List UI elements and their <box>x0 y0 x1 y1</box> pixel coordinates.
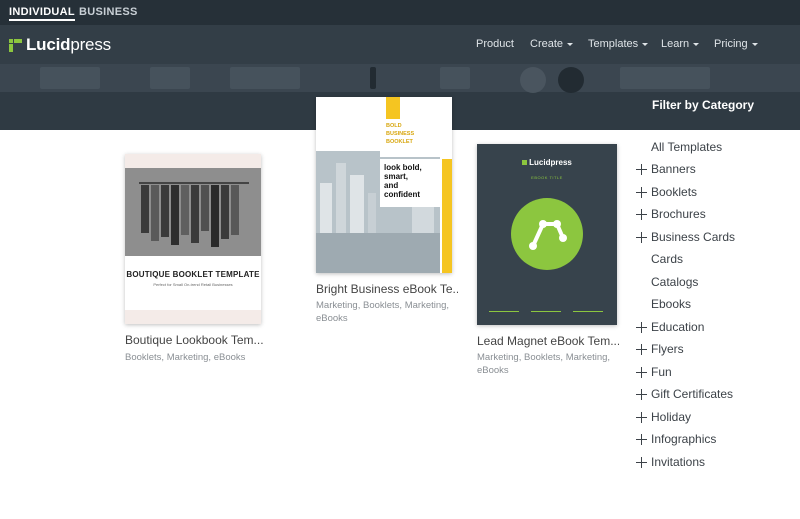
category-fun[interactable]: Fun <box>636 362 672 382</box>
segment-individual[interactable]: INDIVIDUAL <box>9 6 75 21</box>
plus-icon[interactable] <box>636 343 647 355</box>
chevron-down-icon <box>751 42 758 46</box>
nav-create[interactable]: Create <box>530 38 574 50</box>
thumb-heading: BOUTIQUE BOOKLET TEMPLATE <box>126 270 260 279</box>
thumb-tagline-line: look bold, <box>384 163 422 172</box>
category-label: Fun <box>651 365 672 379</box>
nav-learn-label: Learn <box>661 38 690 50</box>
template-thumbnail[interactable]: BOLD BUSINESS BOOKLET look bold, smart, … <box>316 97 452 273</box>
chevron-down-icon <box>642 42 649 46</box>
template-title[interactable]: Lead Magnet eBook Tem... <box>477 334 619 348</box>
plus-icon[interactable] <box>636 366 647 378</box>
lucidpress-symbol-icon <box>511 198 583 270</box>
category-gift-certificates[interactable]: Gift Certificates <box>636 384 733 404</box>
thumb-tagline-line: and <box>384 181 399 190</box>
thumb-logo: Lucidpress <box>477 158 617 167</box>
nav-pricing[interactable]: Pricing <box>714 38 758 50</box>
category-label: Brochures <box>651 207 706 221</box>
category-ebooks[interactable]: Ebooks <box>636 294 691 314</box>
category-infographics[interactable]: Infographics <box>636 429 716 449</box>
category-label: Gift Certificates <box>651 387 734 401</box>
plus-icon[interactable] <box>636 163 647 175</box>
category-label: Holiday <box>651 410 692 424</box>
category-catalogs[interactable]: Catalogs <box>636 272 698 292</box>
thumb-label-line: BOLD <box>386 123 402 129</box>
nav-product-label: Product <box>476 38 514 50</box>
category-label: Flyers <box>651 342 684 356</box>
category-label: Catalogs <box>651 275 699 289</box>
category-holiday[interactable]: Holiday <box>636 407 691 427</box>
clothing-rack-photo <box>125 168 261 256</box>
thumb-label-line: BOOKLET <box>386 139 413 145</box>
category-label: Ebooks <box>651 297 692 311</box>
nav-product[interactable]: Product <box>476 38 514 50</box>
template-thumbnail[interactable]: Lucidpress EBOOK TITLE <box>477 144 617 325</box>
main-navbar: Lucidpress Product Create Templates Lear… <box>0 25 800 64</box>
nav-learn[interactable]: Learn <box>661 38 700 50</box>
plus-icon[interactable] <box>636 433 647 445</box>
chevron-down-icon <box>693 42 700 46</box>
category-invitations[interactable]: Invitations <box>636 452 705 472</box>
plus-icon[interactable] <box>636 321 647 333</box>
template-title[interactable]: Bright Business eBook Te... <box>316 282 458 296</box>
nav-pricing-label: Pricing <box>714 38 748 50</box>
plus-icon[interactable] <box>636 231 647 243</box>
category-label: Cards <box>651 252 684 266</box>
account-type-strip: INDIVIDUAL BUSINESS <box>0 0 800 25</box>
category-label: Invitations <box>651 455 706 469</box>
category-label: Infographics <box>651 432 717 446</box>
thumb-tagline-box: look bold, smart, and confident <box>380 159 442 207</box>
logo-mark-icon <box>9 38 22 52</box>
lucidpress-logo[interactable]: Lucidpress <box>9 35 111 55</box>
template-tags: Marketing, Booklets, Marketing, eBooks <box>477 352 611 376</box>
template-thumbnail[interactable]: BOUTIQUE BOOKLET TEMPLATE Perfect for Sm… <box>125 154 261 324</box>
chevron-down-icon <box>567 42 574 46</box>
filter-by-category-heading: Filter by Category <box>652 98 755 112</box>
nav-create-label: Create <box>530 38 564 50</box>
plus-icon[interactable] <box>636 208 647 220</box>
plus-icon[interactable] <box>636 388 647 400</box>
thumb-label-box: BOLD BUSINESS BOOKLET <box>380 119 444 157</box>
category-label: Banners <box>651 162 696 176</box>
logo-mark-icon <box>522 160 528 166</box>
category-cards[interactable]: Cards <box>636 249 683 269</box>
segment-business[interactable]: BUSINESS <box>79 6 138 18</box>
plus-icon[interactable] <box>636 186 647 198</box>
nav-templates[interactable]: Templates <box>588 38 649 50</box>
template-title[interactable]: Boutique Lookbook Tem... <box>125 333 265 347</box>
hero-background-image <box>0 64 800 93</box>
category-brochures[interactable]: Brochures <box>636 204 706 224</box>
logo-text: Lucidpress <box>26 35 111 54</box>
thumb-subheading: Perfect for Small On-trend Retail Busine… <box>153 282 233 287</box>
plus-icon[interactable] <box>636 411 647 423</box>
category-flyers[interactable]: Flyers <box>636 339 684 359</box>
thumb-label-line: BUSINESS <box>386 131 415 137</box>
template-tags: Booklets, Marketing, eBooks <box>125 352 246 363</box>
thumb-subtitle: EBOOK TITLE <box>531 175 563 180</box>
category-all-templates[interactable]: All Templates <box>636 137 722 157</box>
nav-templates-label: Templates <box>588 38 639 50</box>
category-banners[interactable]: Banners <box>636 159 696 179</box>
template-tags: Marketing, Booklets, Marketing, eBooks <box>316 300 450 324</box>
thumb-tagline-line: confident <box>384 190 420 199</box>
category-label: Education <box>651 320 705 334</box>
thumb-logo-text: Lucidpress <box>529 158 572 167</box>
category-label: All Templates <box>651 140 723 154</box>
category-booklets[interactable]: Booklets <box>636 182 697 202</box>
category-business-cards[interactable]: Business Cards <box>636 227 735 247</box>
plus-icon[interactable] <box>636 456 647 468</box>
category-education[interactable]: Education <box>636 317 704 337</box>
category-label: Booklets <box>651 185 698 199</box>
category-label: Business Cards <box>651 230 736 244</box>
thumb-tagline-line: smart, <box>384 172 409 181</box>
